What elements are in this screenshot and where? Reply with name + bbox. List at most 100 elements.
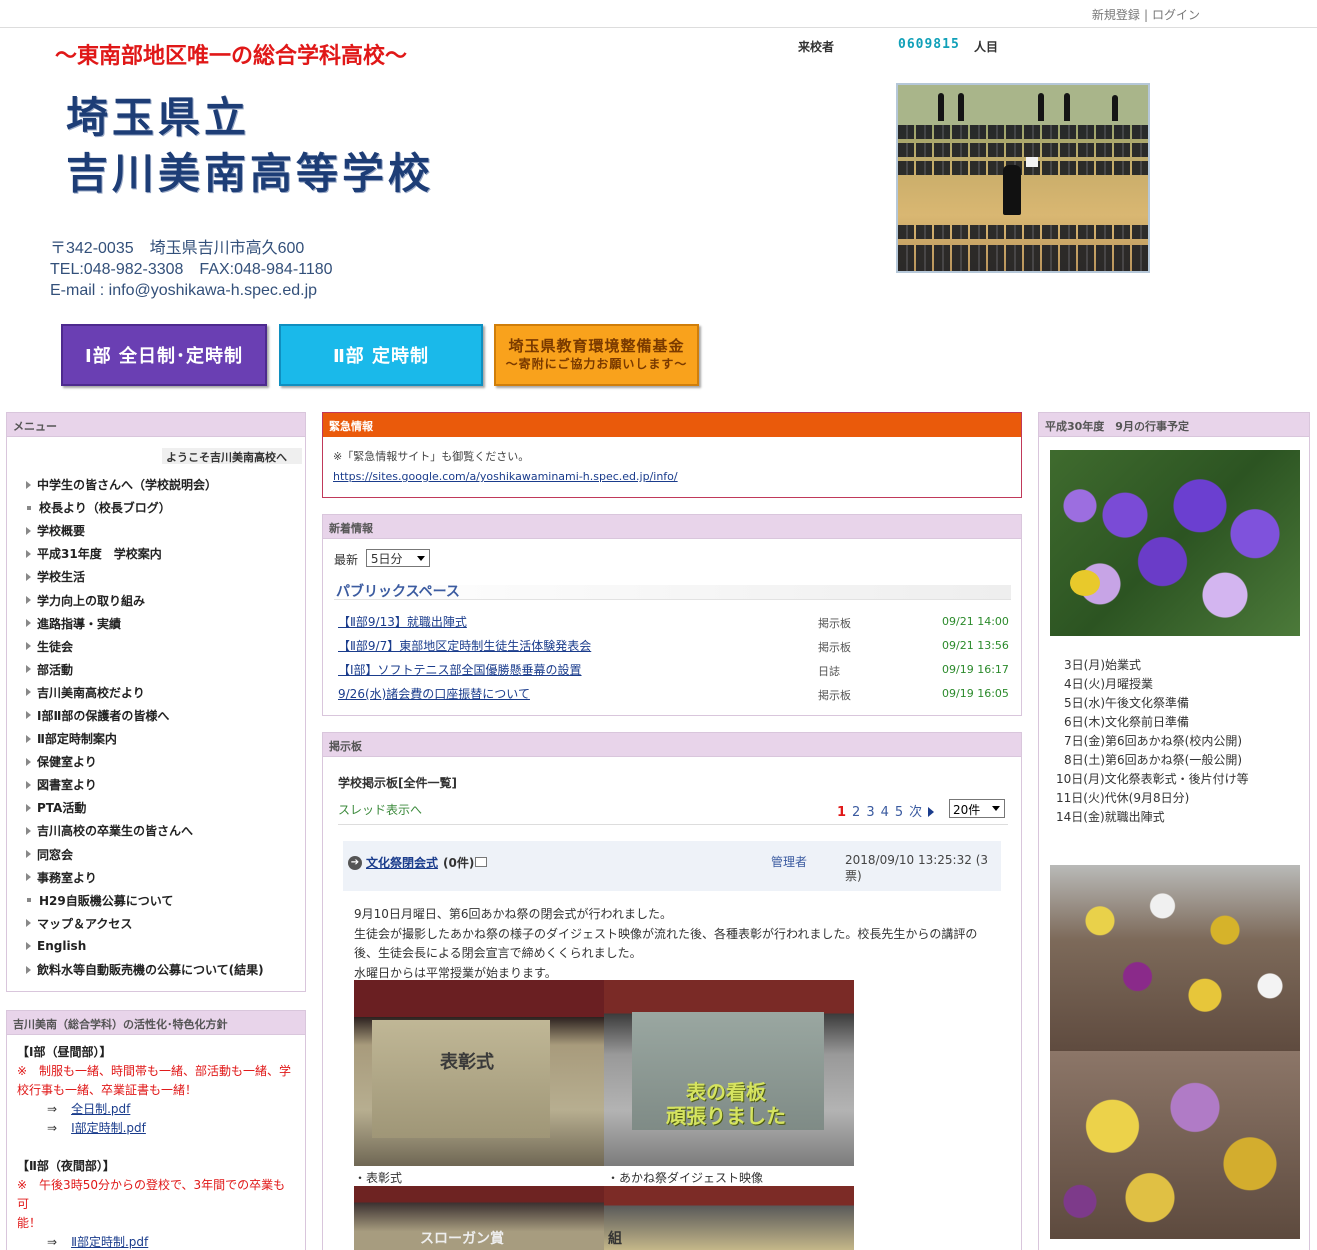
fund-button-line1: 埼玉県教育環境整備基金 (508, 337, 685, 355)
menu-item[interactable]: 校長より（校長ブログ） (23, 496, 264, 519)
triangle-right-icon (26, 480, 31, 489)
next-page-link[interactable]: 次 (909, 805, 922, 820)
menu-item[interactable]: Ⅱ部定時制案内 (23, 727, 264, 750)
chevron-down-icon (992, 806, 1000, 811)
register-link[interactable]: 新規登録 (1092, 8, 1140, 22)
menu-item[interactable]: 飲料水等自動販売機の公募について(結果) (23, 958, 264, 981)
part2-button[interactable]: Ⅱ部 定時制 (279, 324, 483, 386)
award-ceremony-photo: 表彰式 (354, 980, 604, 1166)
menu-item[interactable]: 中学生の皆さんへ（学校説明会） (23, 473, 264, 496)
post-header: ➔ 文化祭閉会式 (0件) 管理者 2018/09/10 13:25:32 (3… (343, 841, 1001, 891)
menu-item[interactable]: 平成31年度 学校案内 (23, 542, 264, 565)
menu-item-label: 同窓会 (37, 847, 74, 862)
post-reply-count: (0件) (443, 856, 475, 870)
fund-button[interactable]: 埼玉県教育環境整備基金 ～寄附にご協力お願いします～ (494, 324, 699, 386)
per-page-select[interactable]: 20件 (949, 799, 1005, 818)
triangle-right-icon (26, 919, 31, 928)
school-tagline: ～東南部地区唯一の総合学科高校～ (55, 44, 408, 69)
triangle-right-icon (26, 873, 31, 882)
events-head: 平成30年度 9月の行事予定 (1039, 413, 1309, 437)
menu-item[interactable]: 部活動 (23, 658, 264, 681)
menu-item-label: 学校生活 (37, 570, 86, 585)
arrow-icon: ⇒ (47, 1102, 58, 1116)
menu-item[interactable]: PTA活動 (23, 796, 264, 819)
menu-item[interactable]: 図書室より (23, 773, 264, 796)
emergency-head: 緊急情報 (323, 413, 1021, 437)
menu-item[interactable]: H29自販機公募について (23, 889, 264, 912)
menu-item[interactable]: 吉川美南高校だより (23, 681, 264, 704)
photo-text-line1: 表の看板 (686, 1080, 766, 1104)
news-title-link[interactable]: 【Ⅱ部9/7】東部地区定時制生徒生活体験発表会 (338, 637, 591, 654)
menu-item[interactable]: 学力向上の取り組み (23, 588, 264, 611)
menu-item[interactable]: 同窓会 (23, 843, 264, 866)
page-link[interactable]: 4 (881, 805, 889, 820)
photo-caption: ・あかね祭ダイジェスト映像 (607, 1171, 764, 1185)
post-body: 9月10日月曜日、第6回あかね祭の閉会式が行われました。 生徒会が撮影したあかね… (354, 905, 994, 983)
part2-title: 【Ⅱ部（夜間部）】 (17, 1159, 115, 1173)
part1-pdf-link[interactable]: Ⅰ部定時制.pdf (71, 1121, 146, 1135)
menu-item[interactable]: 事務室より (23, 866, 264, 889)
news-date: 09/19 16:17 (942, 663, 1009, 676)
news-head: 新着情報 (323, 515, 1021, 539)
post-author[interactable]: 管理者 (771, 853, 807, 870)
part1-button[interactable]: Ⅰ部 全日制･定時制 (61, 324, 267, 386)
photo-text-line2: 頑張りました (666, 1104, 786, 1128)
part2-note-1: ※ 午後3時50分からの登校で、3年間での卒業も可 (17, 1178, 286, 1211)
page-link[interactable]: 3 (866, 805, 874, 820)
photo-text: スローガン賞 (420, 1231, 504, 1247)
part1-pdf-row: ⇒ Ⅰ部定時制.pdf (17, 1119, 295, 1138)
menu-item-label: 平成31年度 学校案内 (37, 547, 162, 562)
triangle-right-icon (26, 526, 31, 535)
news-title-link[interactable]: 【Ⅰ部】ソフトテニス部全国優勝懸垂幕の設置 (338, 661, 582, 678)
news-title-link[interactable]: 【Ⅱ部9/13】就職出陣式 (338, 613, 467, 630)
contact-info: 〒342-0035 埼玉県吉川市高久600 TEL:048-982-3308 F… (50, 238, 333, 301)
menu-item[interactable]: 学校生活 (23, 565, 264, 588)
part2-note-2: 能！ (17, 1216, 42, 1230)
menu-item[interactable]: Ⅰ部Ⅱ部の保護者の皆様へ (23, 704, 264, 727)
welcome-label[interactable]: ようこそ吉川美南高校へ (162, 448, 302, 464)
triangle-right-icon[interactable] (928, 807, 935, 817)
menu-item[interactable]: 生徒会 (23, 635, 264, 658)
menu-item[interactable]: 吉川高校の卒業生の皆さんへ (23, 819, 264, 842)
event-item: 10日(月)文化祭表彰式・後片付け等 (1056, 772, 1249, 786)
page-link[interactable]: 1 (837, 805, 846, 820)
page-link[interactable]: 2 (852, 805, 860, 820)
part2-pdf-link[interactable]: Ⅱ部定時制.pdf (71, 1235, 148, 1249)
triangle-right-icon (26, 642, 31, 651)
menu-item[interactable]: 進路指導・実績 (23, 612, 264, 635)
menu-item-label: 吉川美南高校だより (37, 685, 145, 700)
triangle-right-icon (26, 803, 31, 812)
post-date: 2018/09/10 13:25:32 (3票) (845, 853, 989, 883)
arrow-right-icon[interactable]: ➔ (348, 856, 362, 870)
menu-panel: メニュー ようこそ吉川美南高校へ 中学生の皆さんへ（学校説明会） 校長より（校長ブ… (6, 412, 306, 992)
post-line: 生徒会が撮影したあかね祭の様子のダイジェスト映像が流れた後、各種表彰が行われまし… (354, 926, 978, 941)
events-panel: 平成30年度 9月の行事予定 3日(月)始業式 4日(火)月曜授業 5日(水)午後文… (1038, 412, 1310, 1250)
full-pdf-link[interactable]: 全日制.pdf (71, 1102, 130, 1116)
login-link[interactable]: ログイン (1152, 8, 1200, 22)
post-title-link[interactable]: 文化祭閉会式 (366, 856, 438, 870)
mail-icon[interactable] (475, 857, 487, 867)
visitor-counter: 来校者 0609815 人目 (798, 37, 998, 55)
part1-note-2: 校行事も一緒、卒業証書も一緒！ (17, 1083, 198, 1097)
news-title-link[interactable]: 9/26(水)諸会費の口座振替について (338, 685, 530, 702)
visitor-count: 0609815 (898, 37, 960, 52)
menu-item-label: マップ＆アクセス (37, 916, 133, 931)
page-link[interactable]: 5 (895, 805, 903, 820)
triangle-right-icon (26, 734, 31, 743)
triangle-right-icon (26, 688, 31, 697)
menu-item-label: Ⅰ部Ⅱ部の保護者の皆様へ (37, 708, 170, 723)
school-name-line1: 埼玉県立 (66, 93, 251, 142)
menu-item[interactable]: 学校概要 (23, 519, 264, 542)
menu-item[interactable]: マップ＆アクセス (23, 912, 264, 935)
menu-item-label: 図書室より (37, 778, 97, 793)
emergency-site-link[interactable]: https://sites.google.com/a/yoshikawamina… (333, 470, 678, 483)
menu-item-label: 部活動 (37, 662, 74, 677)
policy-body: 【Ⅰ部（昼間部）】 ※ 制服も一緒、時間帯も一緒、部活動も一緒、学 校行事も一緒… (7, 1035, 305, 1250)
menu-item[interactable]: English (23, 935, 264, 958)
news-row: 【Ⅰ部】ソフトテニス部全国優勝懸垂幕の設置 日誌 09/19 16:17 (338, 659, 1013, 683)
thread-view-link[interactable]: スレッド表示へ (338, 801, 422, 818)
school-name-line2: 吉川美南高等学校 (66, 149, 435, 198)
emergency-panel: 緊急情報 ※「緊急情報サイト」も御覧ください。 https://sites.go… (322, 412, 1022, 498)
menu-item[interactable]: 保健室より (23, 750, 264, 773)
latest-select[interactable]: 5日分 (365, 549, 430, 567)
